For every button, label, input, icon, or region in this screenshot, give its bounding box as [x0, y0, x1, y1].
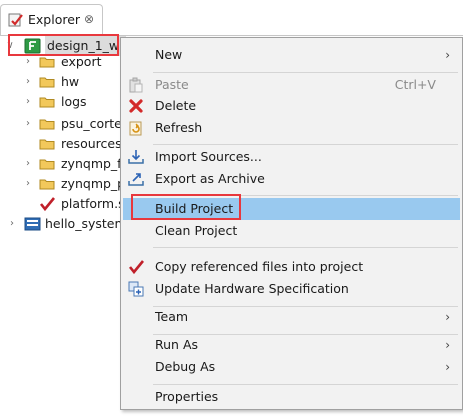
tree-item-label: zynqmp_p: [61, 176, 120, 191]
chevron-right-icon[interactable]: ›: [22, 92, 34, 112]
folder-icon: [39, 156, 56, 172]
folder-icon: [39, 116, 56, 132]
menu-item-label: Debug As: [155, 359, 216, 374]
menu-item-clean-project[interactable]: Clean Project: [123, 220, 460, 242]
chevron-right-icon[interactable]: ›: [22, 114, 34, 134]
menu-item-label: Delete: [155, 98, 197, 113]
tree-item-zynqmp-fs[interactable]: › zynqmp_fs: [0, 154, 120, 174]
submenu-arrow-icon: ›: [445, 338, 450, 352]
tree-item-export[interactable]: › export: [0, 52, 120, 72]
submenu-arrow-icon: ›: [445, 48, 450, 62]
tree-item-label: hw: [61, 74, 80, 89]
export-icon: [128, 171, 144, 187]
tree-item-label: hello_system: [45, 216, 120, 231]
menu-item-paste[interactable]: Paste Ctrl+V: [123, 74, 460, 96]
explorer-icon: [8, 12, 24, 28]
tree-item-zynqmp-p[interactable]: › zynqmp_p: [0, 174, 120, 194]
menu-separator: [153, 384, 458, 385]
tree-item-logs[interactable]: › logs: [0, 92, 120, 112]
context-menu: New › Paste Ctrl+V Delete Refresh Import…: [120, 37, 463, 410]
paste-icon: [128, 77, 144, 93]
menu-item-label: Properties: [155, 389, 219, 404]
menu-item-label: Paste: [155, 77, 189, 92]
menu-item-label: Update Hardware Specification: [155, 281, 349, 296]
tab-explorer-label: Explorer: [28, 12, 81, 27]
import-icon: [128, 149, 144, 165]
submenu-arrow-icon: ›: [445, 310, 450, 324]
tree-item-label: export: [61, 54, 102, 69]
tree-item-label: resources: [61, 136, 120, 151]
menu-item-copy-referenced-files[interactable]: Copy referenced files into project: [123, 256, 460, 278]
menu-item-export-as-archive[interactable]: Export as Archive: [123, 168, 460, 190]
tree-item-label: logs: [61, 94, 87, 109]
chevron-right-icon[interactable]: ›: [6, 214, 18, 234]
folder-icon: [39, 94, 56, 110]
menu-item-properties[interactable]: Properties: [123, 386, 460, 408]
folder-icon: [39, 136, 56, 152]
xilinx-file-icon: [39, 196, 56, 212]
chevron-right-icon[interactable]: ›: [22, 154, 34, 174]
highlight-box-build-project: [131, 194, 241, 220]
update-hardware-icon: [128, 281, 144, 297]
tree-item-label: zynqmp_fs: [61, 156, 120, 171]
menu-item-label: New: [155, 47, 183, 62]
tree-item-platform-spr[interactable]: platform.s: [0, 194, 120, 214]
folder-icon: [39, 54, 56, 70]
chevron-right-icon[interactable]: ›: [22, 52, 34, 72]
menu-item-debug-as[interactable]: Debug As ›: [123, 356, 460, 378]
folder-icon: [39, 74, 56, 90]
tree-item-resources[interactable]: resources: [0, 134, 120, 154]
tree-item-hw[interactable]: › hw: [0, 72, 120, 92]
menu-item-label: Team: [155, 309, 189, 324]
chevron-right-icon[interactable]: ›: [22, 174, 34, 194]
menu-item-team[interactable]: Team ›: [123, 306, 460, 328]
menu-item-label: Import Sources...: [155, 149, 262, 164]
menu-separator: [153, 72, 458, 73]
menu-item-refresh[interactable]: Refresh: [123, 117, 460, 139]
menu-item-new[interactable]: New ›: [123, 44, 460, 66]
menu-separator: [153, 247, 458, 248]
tree-item-label: psu_cortex: [61, 116, 120, 131]
view-tabbar: Explorer ⊗: [0, 0, 463, 36]
tree-item-hello-system[interactable]: › hello_system: [0, 214, 120, 234]
close-icon[interactable]: ⊗: [84, 11, 94, 27]
menu-item-label: Refresh: [155, 120, 203, 135]
chevron-right-icon[interactable]: ›: [22, 72, 34, 92]
menu-separator: [153, 144, 458, 145]
menu-item-run-as[interactable]: Run As ›: [123, 334, 460, 356]
tree-item-psu-cortex[interactable]: › psu_cortex: [0, 114, 120, 134]
menu-item-update-hardware-specification[interactable]: Update Hardware Specification: [123, 278, 460, 300]
folder-icon: [39, 176, 56, 192]
menu-item-shortcut: Ctrl+V: [394, 77, 436, 92]
xilinx-icon: [128, 259, 145, 275]
system-project-icon: [24, 216, 41, 232]
tree-item-label: platform.s: [61, 196, 120, 211]
tab-explorer[interactable]: Explorer ⊗: [0, 4, 103, 36]
menu-item-import-sources[interactable]: Import Sources...: [123, 146, 460, 168]
menu-item-label: Copy referenced files into project: [155, 259, 364, 274]
menu-item-label: Clean Project: [155, 223, 238, 238]
menu-item-label: Export as Archive: [155, 171, 265, 186]
submenu-arrow-icon: ›: [445, 360, 450, 374]
refresh-icon: [128, 120, 144, 136]
menu-item-label: Run As: [155, 337, 199, 352]
menu-item-delete[interactable]: Delete: [123, 95, 460, 117]
delete-icon: [128, 98, 144, 114]
